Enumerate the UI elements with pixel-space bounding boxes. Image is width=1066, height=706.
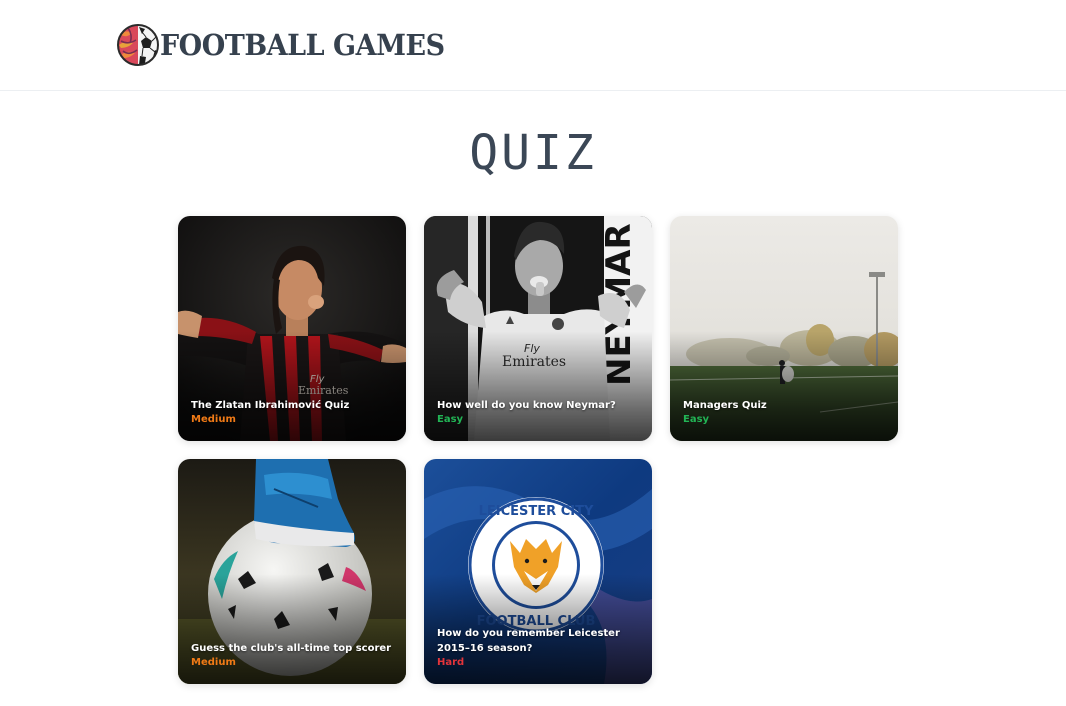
quiz-card-title: Managers Quiz	[683, 400, 767, 411]
page-title: QUIZ	[469, 125, 597, 181]
brain-football-icon	[117, 24, 159, 66]
difficulty-badge: Medium	[191, 657, 236, 668]
quiz-card-title: The Zlatan Ibrahimović Quiz	[191, 400, 350, 411]
quiz-card-info: How do you remember Leicester 2015–16 se…	[437, 626, 642, 670]
quiz-card-info: The Zlatan Ibrahimović Quiz Medium	[191, 398, 396, 427]
logo-text: FOOTBALL GAMES	[160, 27, 445, 62]
difficulty-badge: Hard	[437, 657, 465, 668]
quiz-card-top-scorer[interactable]: Guess the club's all-time top scorer Med…	[178, 459, 406, 684]
quiz-card-leicester[interactable]: LEICESTER CITY FOOTBALL CLUB How do you …	[424, 459, 652, 684]
site-logo-link[interactable]: FOOTBALL GAMES	[116, 22, 466, 68]
quiz-card-title: How well do you know Neymar?	[437, 400, 616, 411]
quiz-card-info: How well do you know Neymar? Easy	[437, 398, 642, 427]
quiz-card-managers[interactable]: Managers Quiz Easy	[670, 216, 898, 441]
difficulty-badge: Easy	[437, 414, 464, 425]
quiz-card-neymar[interactable]: NEYMAR Fly Emirates How well do you know…	[424, 216, 652, 441]
quiz-card-zlatan[interactable]: Fly Emirates The Zlatan Ibrahimović Quiz…	[178, 216, 406, 441]
difficulty-badge: Medium	[191, 414, 236, 425]
site-header: FOOTBALL GAMES	[0, 0, 1066, 91]
difficulty-badge: Easy	[683, 414, 710, 425]
quiz-card-info: Managers Quiz Easy	[683, 398, 888, 427]
svg-text:LEICESTER CITY: LEICESTER CITY	[479, 504, 594, 519]
quiz-card-info: Guess the club's all-time top scorer Med…	[191, 641, 396, 670]
quiz-card-title: Guess the club's all-time top scorer	[191, 643, 392, 654]
quiz-card-title: How do you remember Leicester 2015–16 se…	[437, 628, 620, 654]
